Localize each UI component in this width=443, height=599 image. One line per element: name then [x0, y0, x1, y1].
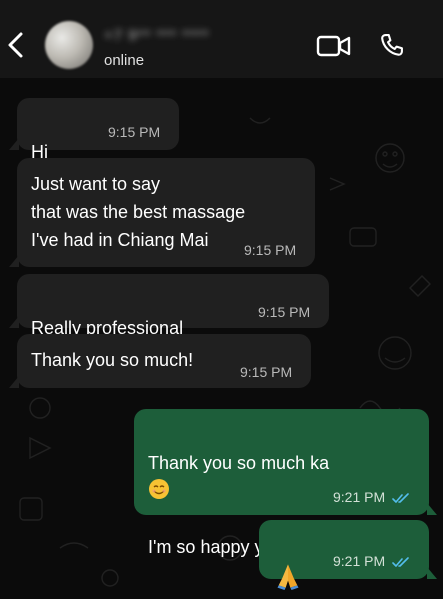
incoming-message[interactable]: Just want to say that was the best massa…	[9, 158, 315, 267]
back-arrow-icon	[8, 32, 23, 58]
message-time: 9:21 PM	[333, 489, 410, 505]
outgoing-message[interactable]: 9:21 PM	[259, 520, 437, 590]
avatar[interactable]	[45, 21, 93, 69]
back-button[interactable]	[6, 30, 26, 60]
double-check-icon	[392, 492, 409, 503]
message-time: 9:15 PM	[108, 124, 161, 140]
folded-hands-emoji	[277, 564, 299, 590]
bubble-tail	[9, 376, 19, 388]
double-check-icon	[392, 556, 409, 567]
message-time: 9:15 PM	[258, 304, 311, 320]
message-text-content: Thank you so much ka	[148, 453, 330, 473]
message-time: 9:21 PM	[333, 553, 410, 569]
outgoing-message[interactable]: Thank you so much ka I'm so happy you en…	[134, 409, 437, 557]
message-time: 9:15 PM	[240, 364, 293, 380]
chat-header: +7 9** *** **** online	[0, 0, 443, 78]
message-time: 9:15 PM	[244, 242, 297, 258]
message-text: Just want to say that was the best massa…	[31, 174, 246, 250]
message-text	[275, 534, 301, 594]
voice-call-button[interactable]	[378, 30, 406, 60]
smiling-face-emoji	[149, 479, 169, 499]
incoming-message[interactable]: Really professional 9:15 PM	[9, 274, 329, 366]
message-time-text: 9:21 PM	[333, 489, 386, 505]
video-call-icon	[316, 35, 351, 57]
video-call-button[interactable]	[316, 34, 352, 58]
bubble-tail	[9, 138, 19, 150]
message-time-text: 9:21 PM	[333, 553, 386, 569]
bubble-tail	[9, 316, 19, 328]
bubble-tail	[427, 503, 437, 515]
bubble-tail	[427, 567, 437, 579]
message-list[interactable]: Hi 9:15 PM Just want to say that was the…	[0, 78, 443, 599]
incoming-message[interactable]: Thank you so much! 9:15 PM	[9, 334, 311, 388]
message-text: Thank you so much!	[31, 350, 194, 370]
phone-icon	[381, 34, 403, 56]
incoming-message[interactable]: Hi 9:15 PM	[9, 98, 179, 188]
contact-status: online	[104, 52, 145, 69]
contact-name[interactable]: +7 9** *** ****	[104, 27, 264, 47]
bubble-tail	[9, 255, 19, 267]
